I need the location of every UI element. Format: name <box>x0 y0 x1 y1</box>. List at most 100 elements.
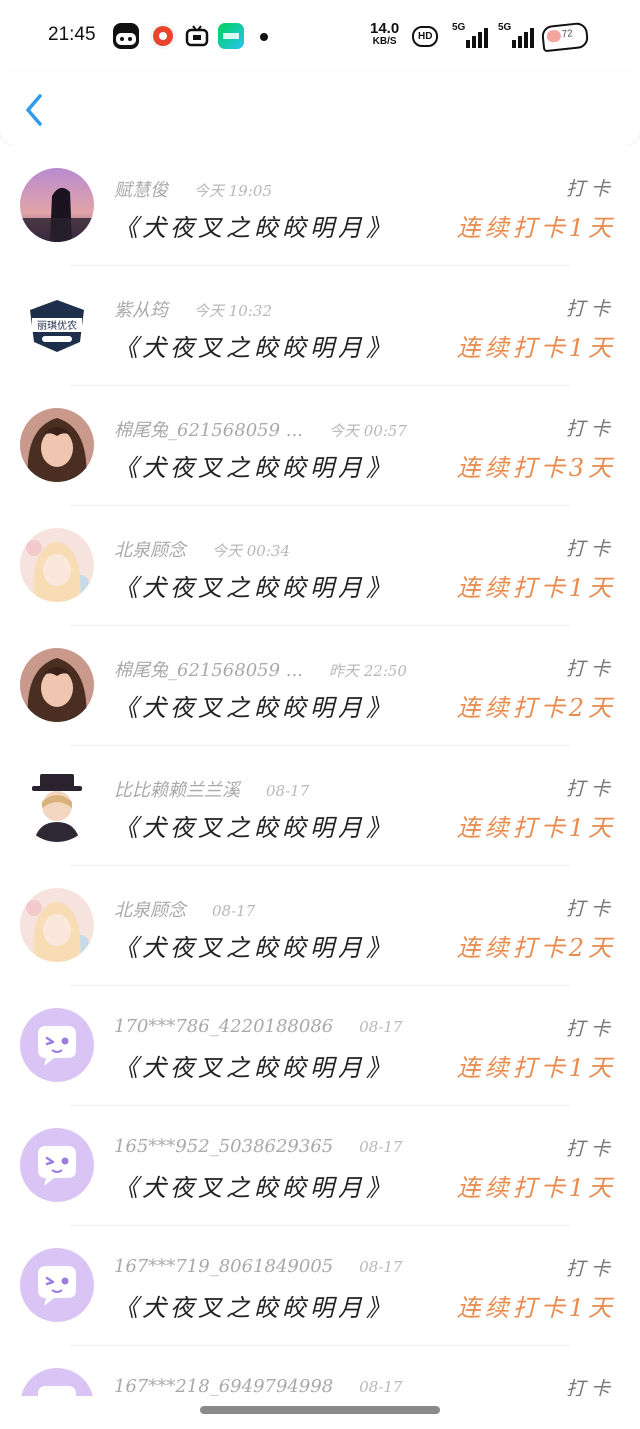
app-notification-icon-3 <box>184 23 210 49</box>
checkin-tag: 打卡 <box>565 1258 616 1280</box>
book-title: 《犬夜叉之皎皎明月》 <box>114 214 394 242</box>
checkin-time: 08-17 <box>212 902 256 920</box>
book-title: 《犬夜叉之皎皎明月》 <box>114 1054 394 1082</box>
checkin-time: 今天 00:57 <box>328 422 407 440</box>
checkin-tag: 打卡 <box>565 538 616 560</box>
checkin-streak: 连续打卡3天 <box>456 454 616 482</box>
book-title: 《犬夜叉之皎皎明月》 <box>114 454 394 482</box>
checkin-row[interactable]: 棉尾兔_621568059 ... 昨天 22:50 《犬夜叉之皎皎明月》 打卡 连续打… <box>0 626 640 746</box>
book-title: 《犬夜叉之皎皎明月》 <box>114 1294 394 1322</box>
sim1-network-label: 5G <box>452 22 466 33</box>
back-button[interactable] <box>22 92 52 128</box>
home-indicator[interactable] <box>200 1406 440 1414</box>
user-avatar[interactable] <box>20 1128 94 1202</box>
user-info: 比比赖赖兰兰溪 08-17 <box>114 776 309 802</box>
user-avatar[interactable] <box>20 768 94 842</box>
checkin-row[interactable]: 北泉顾念 08-17 《犬夜叉之皎皎明月》 打卡连续打卡2天 <box>0 866 640 986</box>
user-avatar[interactable] <box>20 888 94 962</box>
checkin-row[interactable]: 北泉顾念 今天 00:34 《犬夜叉之皎皎明月》 打卡 连续打卡1天 <box>0 506 640 626</box>
checkin-streak: 连续打卡1天 <box>456 1054 616 1082</box>
checkin-streak: 连续打卡2天 <box>456 934 616 962</box>
user-avatar[interactable] <box>20 1008 94 1082</box>
app-notification-icon-2 <box>150 23 176 49</box>
checkin-streak: 连续打卡1天 <box>456 214 616 242</box>
book-title: 《犬夜叉之皎皎明月》 <box>114 814 394 842</box>
status-time: 21:45 <box>48 24 96 45</box>
checkin-row[interactable]: 170***786_4220188086 08-17 《犬夜叉之皎皎明月》 打卡连续打… <box>0 986 640 1106</box>
notification-dot <box>260 33 268 41</box>
checkin-streak: 连续打卡1天 <box>456 814 616 842</box>
user-name[interactable]: 167***218_6949794998 <box>114 1376 333 1396</box>
user-name[interactable]: 165***952_5038629365 <box>114 1136 333 1157</box>
checkin-time: 今天 10:32 <box>194 302 272 320</box>
status-bar: 21:45 14.0 KB/S HD 5G 5G 72 <box>0 0 640 72</box>
user-info: 北泉顾念 今天 00:34 <box>114 536 290 562</box>
checkin-time: 08-17 <box>359 1258 403 1276</box>
checkin-tag: 打卡 <box>565 898 616 920</box>
book-title: 《犬夜叉之皎皎明月》 <box>114 1174 394 1202</box>
checkin-tag: 打卡 <box>565 1018 616 1040</box>
checkin-tag: 打卡 <box>565 778 616 800</box>
user-info: 165***952_5038629365 08-17 <box>114 1136 402 1157</box>
svg-text:丽琪优农: 丽琪优农 <box>37 319 77 332</box>
user-name[interactable]: 北泉顾念 <box>114 900 186 921</box>
checkin-row[interactable]: 167***719_8061849005 08-17 《犬夜叉之皎皎明月》 打卡连续打… <box>0 1226 640 1346</box>
network-speed-unit: KB/S <box>372 36 397 47</box>
book-title: 《犬夜叉之皎皎明月》 <box>114 334 394 362</box>
checkin-streak: 连续打卡1天 <box>456 334 616 362</box>
checkin-tag: 打卡 <box>565 1138 616 1160</box>
checkin-row[interactable]: 丽琪优农 紫从筠 今天 10:32 《犬夜叉之皎皎明月》 打卡连续打卡1天 <box>0 266 640 386</box>
app-notification-icon-1 <box>113 23 139 49</box>
signal-icon-sim2: 5G <box>498 22 534 48</box>
checkin-tag: 打卡 <box>565 418 616 440</box>
user-avatar[interactable] <box>20 528 94 602</box>
battery-icon: 72 <box>540 21 590 53</box>
user-name[interactable]: 北泉顾念 <box>114 540 186 561</box>
user-info: 167***719_8061849005 08-17 <box>114 1256 402 1277</box>
checkin-row[interactable]: 赋慧俊 今天 19:05 《犬夜叉之皎皎明月》 打卡 连续打卡1天 <box>0 146 640 266</box>
chevron-left-icon <box>26 94 42 126</box>
sim2-network-label: 5G <box>498 22 512 33</box>
user-name[interactable]: 棉尾兔_621568059 ... <box>114 660 303 681</box>
checkin-streak: 连续打卡1天 <box>456 1174 616 1202</box>
top-nav-bar <box>0 72 640 146</box>
user-info: 170***786_4220188086 08-17 <box>114 1016 402 1037</box>
checkin-list[interactable]: 赋慧俊 今天 19:05 《犬夜叉之皎皎明月》 打卡 连续打卡1天 丽琪优农 紫从筠 今天 1… <box>0 146 640 1396</box>
user-avatar[interactable]: 丽琪优农 <box>20 288 94 362</box>
checkin-time: 今天 19:05 <box>194 182 272 200</box>
checkin-tag: 打卡 <box>565 298 616 320</box>
checkin-time: 08-17 <box>359 1018 403 1036</box>
battery-level: 72 <box>561 28 574 41</box>
user-name[interactable]: 棉尾兔_621568059 ... <box>114 420 303 441</box>
user-avatar[interactable] <box>20 168 94 242</box>
hd-voice-icon: HD <box>412 26 439 47</box>
user-name[interactable]: 紫从筠 <box>114 300 168 321</box>
checkin-streak: 连续打卡1天 <box>456 1294 616 1322</box>
checkin-row[interactable]: 165***952_5038629365 08-17 《犬夜叉之皎皎明月》 打卡连续打… <box>0 1106 640 1226</box>
user-avatar[interactable] <box>20 1368 94 1396</box>
checkin-streak: 连续打卡2天 <box>456 694 616 722</box>
checkin-row[interactable]: 比比赖赖兰兰溪 08-17 《犬夜叉之皎皎明月》 打卡连续打卡1天 <box>0 746 640 866</box>
user-info: 北泉顾念 08-17 <box>114 896 255 922</box>
user-name[interactable]: 赋慧俊 <box>114 180 168 201</box>
checkin-time: 08-17 <box>266 782 310 800</box>
checkin-row[interactable]: 167***218_6949794998 08-17 打卡 <box>0 1346 640 1396</box>
user-name[interactable]: 170***786_4220188086 <box>114 1016 333 1037</box>
checkin-row[interactable]: 棉尾兔_621568059 ... 今天 00:57 《犬夜叉之皎皎明月》 打卡连续打… <box>0 386 640 506</box>
iqiyi-app-icon <box>218 23 244 49</box>
checkin-tag: 打卡 <box>565 1378 616 1396</box>
user-avatar[interactable] <box>20 648 94 722</box>
user-name[interactable]: 比比赖赖兰兰溪 <box>114 780 240 801</box>
checkin-time: 今天 00:34 <box>212 542 290 560</box>
user-info: 棉尾兔_621568059 ... 昨天 22:50 <box>114 656 407 682</box>
user-avatar[interactable] <box>20 408 94 482</box>
user-name[interactable]: 167***719_8061849005 <box>114 1256 333 1277</box>
checkin-time: 08-17 <box>359 1378 403 1396</box>
user-avatar[interactable] <box>20 1248 94 1322</box>
user-info: 棉尾兔_621568059 ... 今天 00:57 <box>114 416 407 442</box>
user-info: 赋慧俊 今天 19:05 <box>114 176 272 202</box>
checkin-time: 08-17 <box>359 1138 403 1156</box>
network-speed: 14.0 KB/S <box>370 21 399 48</box>
user-info: 167***218_6949794998 08-17 <box>114 1376 402 1396</box>
book-title: 《犬夜叉之皎皎明月》 <box>114 934 394 962</box>
